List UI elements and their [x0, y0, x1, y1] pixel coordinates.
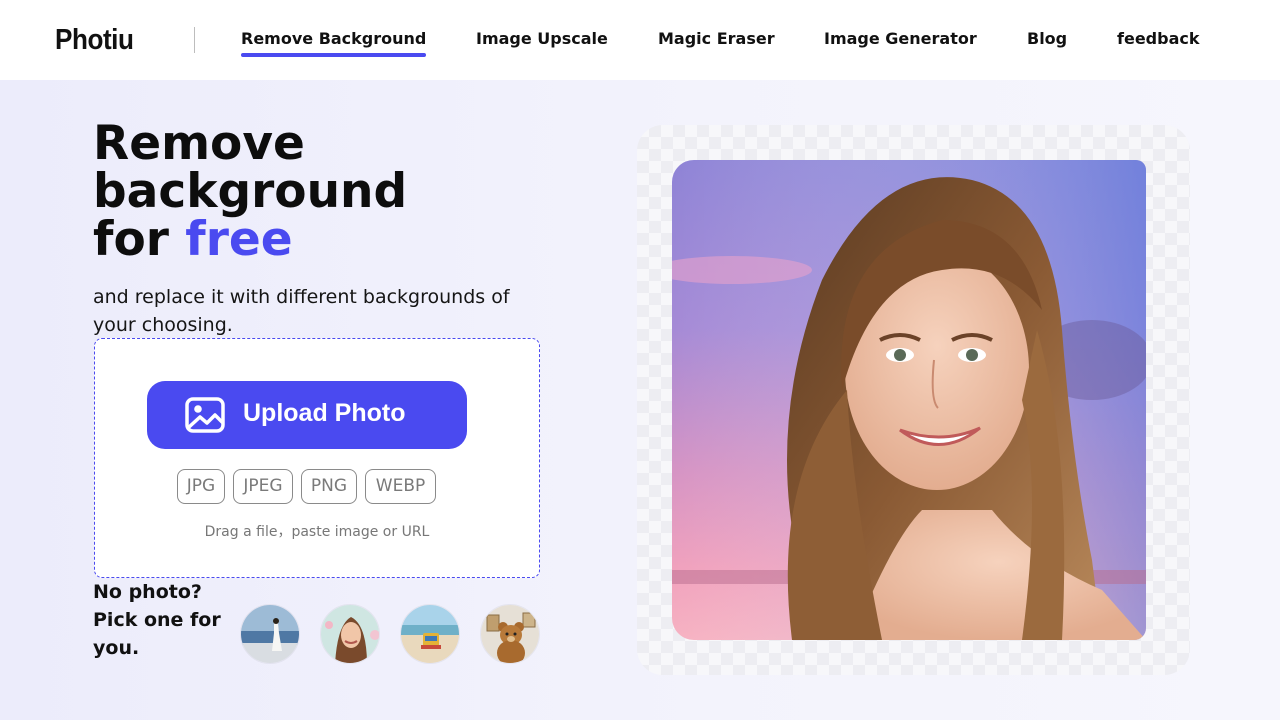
hero-title: Remove background for free [93, 120, 407, 264]
nav-divider [194, 27, 195, 53]
format-badge-jpg: JPG [177, 469, 225, 504]
hero-title-line2: background [93, 164, 408, 219]
hero-title-accent: free [185, 212, 293, 267]
sample-image-woman-portrait[interactable] [320, 604, 380, 664]
nav-magic-eraser[interactable]: Magic Eraser [658, 29, 775, 48]
drag-hint: Drag a file，paste image or URL [204, 524, 430, 540]
sample-image-beach-toy[interactable] [400, 604, 460, 664]
hero-title-line1: Remove [93, 116, 305, 171]
format-badge-webp: WEBP [365, 469, 436, 504]
format-badge-jpeg: JPEG [233, 469, 293, 504]
sample-prompt: No photo? Pick one for you. [93, 581, 221, 659]
hero-subtitle: and replace it with different background… [93, 286, 510, 336]
logo[interactable]: Photiu [55, 24, 134, 57]
nav-image-upscale[interactable]: Image Upscale [476, 29, 608, 48]
upload-dropzone[interactable]: Upload Photo JPG JPEG PNG WEBP Drag a fi… [94, 338, 540, 578]
nav-image-generator[interactable]: Image Generator [824, 29, 977, 48]
sample-image-woman-sea[interactable] [240, 604, 300, 664]
sample-image-teddy-bear[interactable] [480, 604, 540, 664]
image-icon [185, 397, 225, 433]
top-nav-bar: Photiu Remove Background Image Upscale M… [0, 0, 1280, 80]
format-badge-png: PNG [301, 469, 357, 504]
upload-photo-button[interactable]: Upload Photo [147, 381, 467, 449]
hero-title-line3: for [93, 212, 186, 267]
upload-photo-label: Upload Photo [243, 399, 406, 427]
nav-remove-background[interactable]: Remove Background [241, 29, 427, 57]
preview-image [672, 160, 1146, 640]
nav-feedback[interactable]: feedback [1117, 29, 1200, 48]
nav-blog[interactable]: Blog [1027, 29, 1067, 48]
